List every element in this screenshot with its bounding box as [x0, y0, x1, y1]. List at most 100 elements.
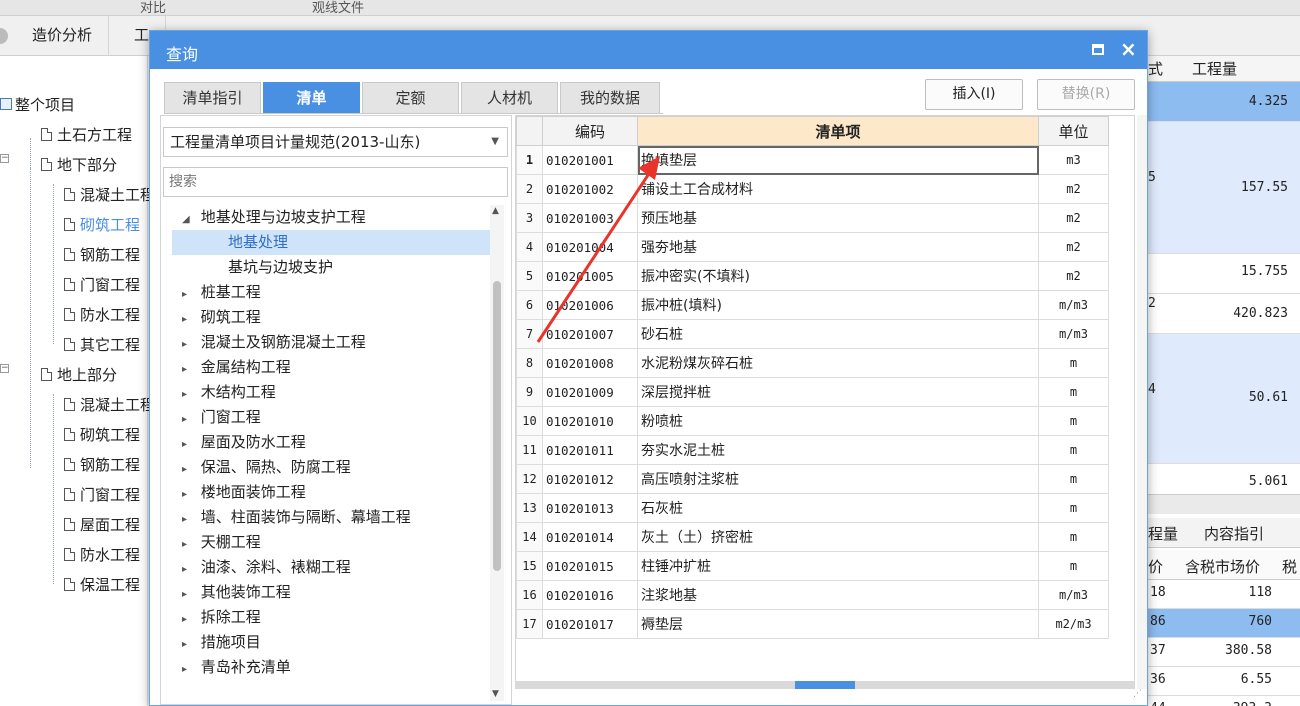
item-unit[interactable]: m — [1038, 551, 1109, 581]
item-code[interactable]: 010201001 — [542, 145, 638, 175]
item-name[interactable]: 换填垫层 — [637, 145, 1039, 175]
tab-quantity[interactable]: 程量 — [1148, 523, 1178, 544]
item-unit[interactable]: m/m3 — [1038, 290, 1109, 320]
tree-root[interactable]: 整个项目 — [0, 94, 75, 116]
quantity-header[interactable]: 工程量 — [1192, 58, 1237, 79]
replace-button[interactable]: 替换(R) — [1037, 79, 1135, 110]
collapsed-arrow-icon[interactable]: ▸ — [182, 507, 196, 532]
collapsed-arrow-icon[interactable]: ▸ — [182, 307, 196, 332]
price-row[interactable]: 86 760 — [1148, 609, 1300, 638]
item-name[interactable]: 灰土（土）挤密桩 — [637, 522, 1039, 552]
item-code[interactable]: 010201015 — [542, 551, 638, 581]
item-unit[interactable]: m — [1038, 464, 1109, 494]
tree-item[interactable]: ◢ 地基处理与边坡支护工程 — [172, 205, 490, 230]
tree-node[interactable]: 门窗工程 — [64, 274, 140, 296]
tree-node[interactable]: 钢筋工程 — [64, 454, 140, 476]
hscroll-thumb[interactable] — [795, 681, 855, 689]
tree-item[interactable]: ▸ 门窗工程 — [172, 405, 490, 430]
item-unit[interactable]: m/m3 — [1038, 319, 1109, 349]
item-header[interactable]: 清单项 — [637, 116, 1039, 146]
item-code[interactable]: 010201013 — [542, 493, 638, 523]
tree-item[interactable]: ▸ 金属结构工程 — [172, 355, 490, 380]
item-unit[interactable]: m — [1038, 435, 1109, 465]
table-row[interactable]: 10 010201010 粉喷桩 m — [516, 406, 1109, 436]
tree-item[interactable]: ▸ 墙、柱面装饰与隔断、幕墙工程 — [172, 505, 490, 530]
table-row[interactable]: 16 010201016 注浆地基 m/m3 — [516, 580, 1109, 610]
tree-item[interactable]: ▸ 屋面及防水工程 — [172, 430, 490, 455]
table-row[interactable]: 4 010201004 强夯地基 m2 — [516, 232, 1109, 262]
item-code[interactable]: 010201016 — [542, 580, 638, 610]
tree-item[interactable]: ▸ 油漆、涂料、裱糊工程 — [172, 555, 490, 580]
item-name[interactable]: 柱锤冲扩桩 — [637, 551, 1039, 581]
tree-item[interactable]: ▸ 其他装饰工程 — [172, 580, 490, 605]
table-row[interactable]: 3 010201003 预压地基 m2 — [516, 203, 1109, 233]
top-text-file[interactable]: 观线文件 — [312, 0, 364, 16]
table-row[interactable]: 15 010201015 柱锤冲扩桩 m — [516, 551, 1109, 581]
item-name[interactable]: 砂石桩 — [637, 319, 1039, 349]
item-unit[interactable]: m — [1038, 406, 1109, 436]
maximize-icon[interactable] — [1092, 44, 1104, 55]
table-row[interactable]: 5 010201005 振冲密实(不填料) m2 — [516, 261, 1109, 291]
tab-cost-analysis[interactable]: 造价分析 — [16, 16, 110, 56]
close-icon[interactable]: × — [1120, 37, 1137, 61]
item-name[interactable]: 褥垫层 — [637, 609, 1039, 639]
item-unit[interactable]: m2 — [1038, 261, 1109, 291]
tab-quota[interactable]: 定额 — [362, 82, 459, 114]
item-name[interactable]: 粉喷桩 — [637, 406, 1039, 436]
table-row[interactable]: 12 010201012 高压喷射注浆桩 m — [516, 464, 1109, 494]
price-row[interactable]: 37 380.58 — [1148, 638, 1300, 667]
tree-node[interactable]: 防水工程 — [64, 304, 140, 326]
tree-node[interactable]: 混凝土工程 — [64, 184, 155, 206]
collapsed-arrow-icon[interactable]: ▸ — [182, 557, 196, 582]
tree-node[interactable]: 保温工程 — [64, 574, 140, 596]
item-name[interactable]: 石灰桩 — [637, 493, 1039, 523]
dialog-titlebar[interactable]: 查询 × — [150, 31, 1147, 69]
resize-grip-icon[interactable]: ⋰ — [1133, 689, 1145, 701]
collapsed-arrow-icon[interactable]: ▸ — [182, 457, 196, 482]
item-unit[interactable]: m2 — [1038, 174, 1109, 204]
tree-node[interactable]: 混凝土工程 — [64, 394, 155, 416]
price-row[interactable]: 36 6.55 — [1148, 667, 1300, 696]
table-row[interactable]: 1 010201001 换填垫层 m3 — [516, 145, 1109, 175]
tree-item[interactable]: 基坑与边坡支护 — [172, 255, 490, 280]
top-text-compare[interactable]: 对比 — [140, 0, 166, 16]
search-input[interactable] — [163, 167, 508, 197]
tree-node[interactable]: 土石方工程 — [41, 124, 132, 146]
collapsed-arrow-icon[interactable]: ▸ — [182, 607, 196, 632]
tree-item[interactable]: ▸ 混凝土及钢筋混凝土工程 — [172, 330, 490, 355]
collapsed-arrow-icon[interactable]: ▸ — [182, 632, 196, 657]
item-code[interactable]: 010201008 — [542, 348, 638, 378]
item-code[interactable]: 010201012 — [542, 464, 638, 494]
collapsed-arrow-icon[interactable]: ▸ — [182, 657, 196, 682]
tree-node[interactable]: 砌筑工程 — [64, 424, 140, 446]
item-unit[interactable]: m2 — [1038, 232, 1109, 262]
item-name[interactable]: 夯实水泥土桩 — [637, 435, 1039, 465]
tree-node[interactable]: 其它工程 — [64, 334, 140, 356]
item-unit[interactable]: m — [1038, 493, 1109, 523]
table-row[interactable]: 13 010201013 石灰桩 m — [516, 493, 1109, 523]
tree-item[interactable]: 地基处理 — [172, 230, 490, 255]
tree-node[interactable]: 防水工程 — [64, 544, 140, 566]
item-name[interactable]: 铺设土工合成材料 — [637, 174, 1039, 204]
table-hscroll[interactable] — [515, 681, 1135, 689]
collapsed-arrow-icon[interactable]: ▸ — [182, 382, 196, 407]
spec-select[interactable]: 工程量清单项目计量规范(2013-山东) ▼ — [163, 127, 508, 157]
item-code[interactable]: 010201004 — [542, 232, 638, 262]
table-vscroll[interactable] — [1137, 115, 1147, 689]
tree-scroll-thumb[interactable] — [493, 281, 501, 571]
item-code[interactable]: 010201010 — [542, 406, 638, 436]
tree-node[interactable]: 地上部分 — [41, 364, 117, 386]
item-code[interactable]: 010201014 — [542, 522, 638, 552]
tree-node[interactable]: 门窗工程 — [64, 484, 140, 506]
table-row[interactable]: 2 010201002 铺设土工合成材料 m2 — [516, 174, 1109, 204]
item-unit[interactable]: m — [1038, 348, 1109, 378]
item-code[interactable]: 010201017 — [542, 609, 638, 639]
tree-item[interactable]: ▸ 木结构工程 — [172, 380, 490, 405]
tree-item[interactable]: ▸ 楼地面装饰工程 — [172, 480, 490, 505]
expanded-arrow-icon[interactable]: ◢ — [182, 207, 196, 232]
pane-separator[interactable] — [1148, 494, 1300, 514]
tab-materials[interactable]: 人材机 — [461, 82, 558, 114]
price-row[interactable]: 44 393.3 — [1148, 696, 1300, 706]
tree-node[interactable]: 地下部分 — [41, 154, 117, 176]
collapsed-arrow-icon[interactable]: ▸ — [182, 407, 196, 432]
